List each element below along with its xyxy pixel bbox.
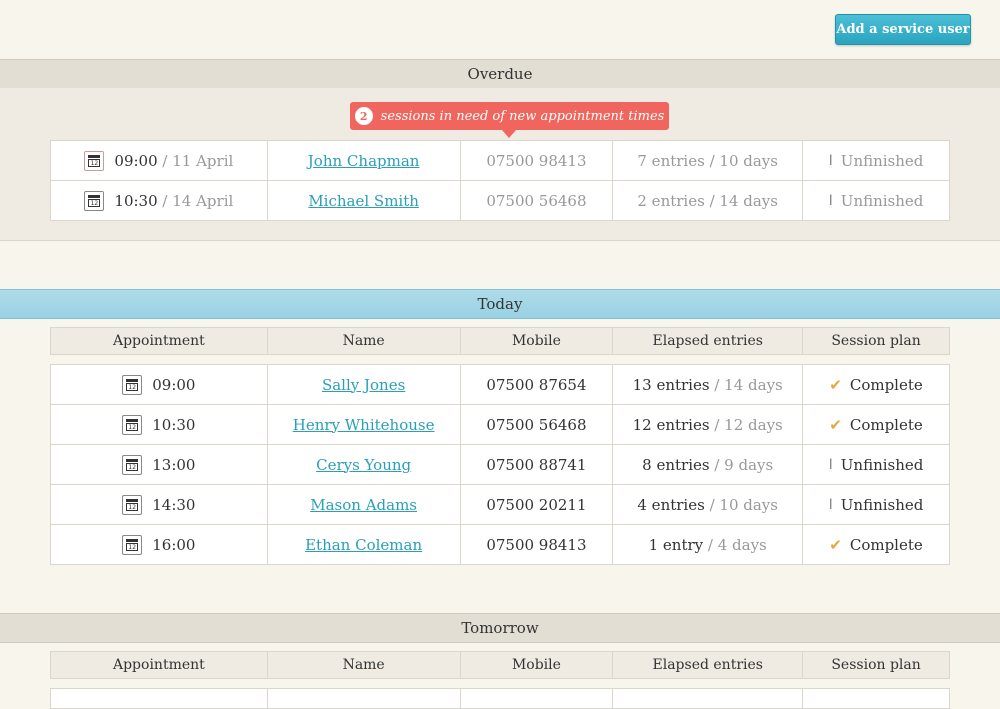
entries-count: 2 entries (637, 191, 705, 210)
mobile-cell: 07500 20211 (459, 484, 614, 525)
callout-arrow (502, 130, 516, 138)
entries-count: 4 entries (637, 495, 705, 514)
calendar-icon[interactable] (122, 374, 143, 395)
calendar-icon[interactable] (122, 494, 143, 515)
overdue-section-header: Overdue (0, 59, 1000, 89)
overdue-callout-text: sessions in need of new appointment time… (380, 108, 665, 124)
mobile-cell: 07500 88741 (459, 444, 614, 485)
unfinished-icon: I (828, 456, 833, 473)
tomorrow-title: Tomorrow (461, 619, 539, 637)
service-user-link[interactable]: Sally Jones (322, 376, 405, 394)
entries-count: 12 entries (632, 415, 710, 434)
entries-count: 8 entries (642, 455, 710, 474)
plan-status: Unfinished (840, 191, 924, 210)
calendar-icon[interactable] (84, 190, 105, 211)
table-row: 16:00 Ethan Coleman 07500 98413 1 entry / 4… (50, 524, 950, 565)
table-row (50, 688, 950, 709)
appointment-time: 10:30 (152, 415, 196, 434)
today-column-headers: Appointment Name Mobile Elapsed entries … (50, 327, 950, 355)
service-user-link[interactable]: Henry Whitehouse (293, 416, 435, 434)
entries-count: 1 entry (648, 535, 704, 554)
service-user-link[interactable]: Cerys Young (316, 456, 411, 474)
overdue-callout: 2 sessions in need of new appointment ti… (350, 102, 669, 138)
table-row: 09:00 Sally Jones 07500 87654 13 entries / … (50, 364, 950, 405)
entries-days: / 12 days (714, 415, 783, 434)
unfinished-icon: I (828, 496, 833, 513)
add-service-user-button[interactable]: Add a service user (835, 14, 971, 45)
plan-status: Unfinished (840, 495, 924, 514)
today-table: 09:00 Sally Jones 07500 87654 13 entries / … (50, 364, 950, 565)
entries-days: / 14 days (714, 375, 783, 394)
appointment-time: 09:00 (152, 375, 196, 394)
mobile-cell: 07500 56468 (459, 180, 614, 221)
column-header-elapsed: Elapsed entries (612, 327, 804, 355)
check-icon: ✔ (829, 535, 842, 554)
calendar-icon[interactable] (84, 150, 105, 171)
tomorrow-table (50, 688, 950, 709)
entries-days: / 14 days (709, 191, 778, 210)
service-user-link[interactable]: John Chapman (308, 152, 420, 170)
entries-count: 13 entries (632, 375, 710, 394)
tomorrow-column-headers: Appointment Name Mobile Elapsed entries … (50, 651, 950, 679)
column-header-name: Name (266, 327, 461, 355)
entries-days: / 9 days (714, 455, 774, 474)
appointment-time: 09:00 (114, 151, 158, 170)
column-header-elapsed: Elapsed entries (612, 651, 804, 679)
table-row: 14:30 Mason Adams 07500 20211 4 entries / 1… (50, 484, 950, 525)
tomorrow-section-header: Tomorrow (0, 613, 1000, 643)
appointment-time: 16:00 (152, 535, 196, 554)
unfinished-icon: I (828, 152, 833, 169)
mobile-cell: 07500 56468 (459, 404, 614, 445)
entries-count: 7 entries (637, 151, 705, 170)
appointment-date: / 14 April (162, 191, 234, 210)
overdue-title: Overdue (467, 65, 533, 83)
unfinished-icon: I (828, 192, 833, 209)
today-section-header: Today (0, 289, 1000, 319)
calendar-icon[interactable] (122, 534, 143, 555)
service-user-link[interactable]: Michael Smith (308, 192, 419, 210)
appointment-time: 13:00 (152, 455, 196, 474)
column-header-appointment: Appointment (50, 327, 268, 355)
check-icon: ✔ (829, 375, 842, 394)
entries-days: / 4 days (707, 535, 767, 554)
table-row: 09:00 / 11 April John Chapman 07500 9841… (50, 140, 950, 181)
appointment-date: / 11 April (162, 151, 234, 170)
plan-status: Unfinished (840, 455, 924, 474)
service-user-link[interactable]: Mason Adams (310, 496, 417, 514)
overdue-table: 09:00 / 11 April John Chapman 07500 9841… (50, 140, 950, 221)
table-row: 10:30 Henry Whitehouse 07500 56468 12 entri… (50, 404, 950, 445)
column-header-plan: Session plan (802, 327, 950, 355)
column-header-mobile: Mobile (459, 327, 614, 355)
entries-days: / 10 days (709, 151, 778, 170)
plan-status: Complete (849, 535, 923, 554)
today-title: Today (477, 295, 523, 313)
mobile-cell: 07500 87654 (459, 364, 614, 405)
column-header-mobile: Mobile (459, 651, 614, 679)
mobile-cell: 07500 98413 (459, 524, 614, 565)
entries-days: / 10 days (709, 495, 778, 514)
plan-status: Complete (849, 415, 923, 434)
plan-status: Complete (849, 375, 923, 394)
table-row: 13:00 Cerys Young 07500 88741 8 entries / 9… (50, 444, 950, 485)
mobile-cell: 07500 98413 (459, 140, 614, 181)
column-header-plan: Session plan (802, 651, 950, 679)
overdue-count-badge: 2 (354, 107, 373, 125)
check-icon: ✔ (829, 415, 842, 434)
appointment-time: 14:30 (152, 495, 196, 514)
column-header-name: Name (266, 651, 461, 679)
calendar-icon[interactable] (122, 414, 143, 435)
calendar-icon[interactable] (122, 454, 143, 475)
column-header-appointment: Appointment (50, 651, 268, 679)
appointment-time: 10:30 (114, 191, 158, 210)
service-user-link[interactable]: Ethan Coleman (305, 536, 422, 554)
table-row: 10:30 / 14 April Michael Smith 07500 564… (50, 180, 950, 221)
plan-status: Unfinished (840, 151, 924, 170)
